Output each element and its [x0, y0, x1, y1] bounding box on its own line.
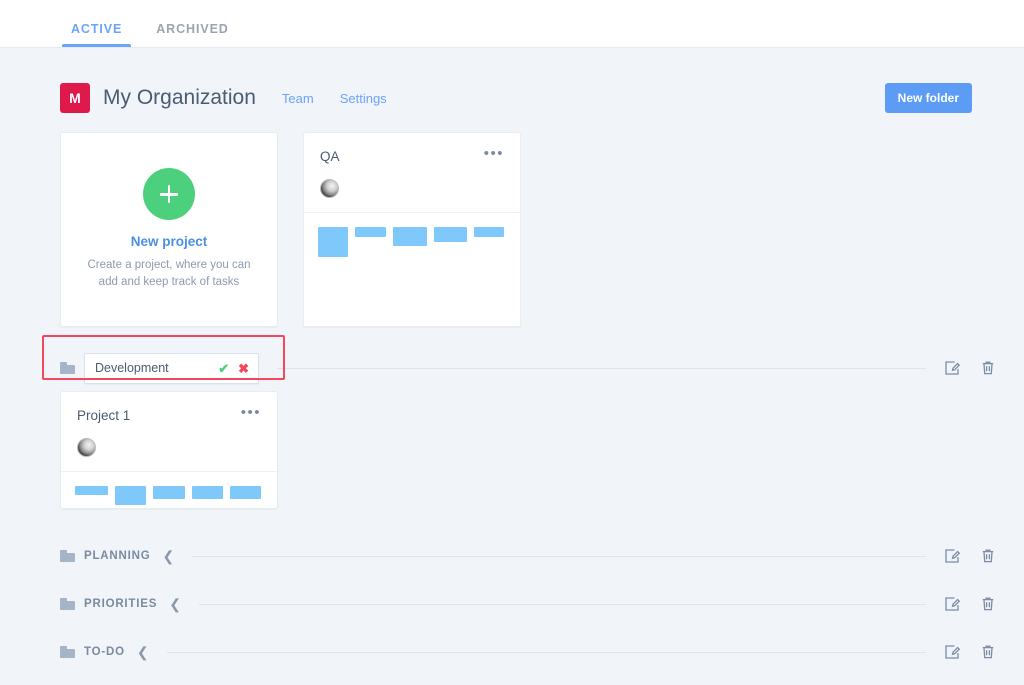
- row-divider: [277, 367, 926, 369]
- member-avatar: [320, 179, 339, 198]
- new-project-card[interactable]: New project Create a project, where you …: [60, 132, 278, 327]
- progress-bar: [229, 486, 261, 499]
- settings-link[interactable]: Settings: [340, 91, 387, 106]
- new-folder-button[interactable]: New folder: [884, 83, 972, 113]
- folder-icon: [60, 646, 75, 658]
- delete-icon[interactable]: [980, 644, 996, 660]
- project-title: QA: [320, 149, 340, 164]
- project-progress-bars: [61, 472, 277, 505]
- more-options-icon[interactable]: •••: [484, 146, 504, 161]
- edit-icon[interactable]: [944, 644, 961, 660]
- project-card-header-top: Project 1 •••: [77, 405, 261, 423]
- folder-row-planning[interactable]: PLANNING ❮: [60, 537, 1024, 575]
- progress-bar: [433, 227, 468, 242]
- progress-bar: [474, 227, 504, 237]
- folder-icon: [60, 550, 75, 562]
- folder-row-actions: [944, 548, 996, 564]
- folder-row-actions: [944, 644, 996, 660]
- chevron-left-icon[interactable]: ❮: [169, 597, 181, 611]
- project-title: Project 1: [77, 408, 131, 423]
- delete-icon[interactable]: [980, 596, 996, 612]
- more-options-icon[interactable]: •••: [241, 405, 261, 420]
- folder-name: PRIORITIES: [84, 598, 158, 610]
- row-divider: [166, 651, 926, 653]
- folder-row-editing: ✔ ✖: [42, 335, 1024, 387]
- project-card-qa[interactable]: QA •••: [303, 132, 521, 327]
- progress-bar: [191, 486, 223, 499]
- tab-bar: ACTIVE ARCHIVED: [0, 0, 1024, 48]
- project-card-row-top: New project Create a project, where you …: [60, 132, 1024, 327]
- delete-icon[interactable]: [980, 360, 996, 376]
- member-avatar: [77, 438, 96, 457]
- row-divider: [198, 603, 926, 605]
- edit-icon[interactable]: [944, 360, 961, 376]
- page-title: My Organization: [103, 86, 256, 109]
- folder-row-todo[interactable]: TO-DO ❮: [60, 633, 1024, 671]
- progress-bar: [354, 227, 387, 237]
- folder-name: PLANNING: [84, 550, 151, 562]
- content-area: New project Create a project, where you …: [0, 132, 1024, 671]
- progress-bar: [393, 227, 427, 246]
- confirm-icon[interactable]: ✔: [218, 362, 229, 375]
- progress-bar: [153, 486, 185, 499]
- chevron-left-icon[interactable]: ❮: [162, 549, 174, 563]
- tab-active[interactable]: ACTIVE: [62, 22, 132, 47]
- tab-archived[interactable]: ARCHIVED: [147, 22, 237, 47]
- project-card-header: QA •••: [304, 133, 520, 198]
- plus-icon[interactable]: [143, 168, 195, 221]
- folder-row-actions: [944, 596, 996, 612]
- cancel-icon[interactable]: ✖: [238, 362, 249, 375]
- project-card-project-1[interactable]: Project 1 •••: [60, 391, 278, 509]
- new-project-title: New project: [130, 234, 208, 250]
- folder-icon: [60, 598, 75, 610]
- delete-icon[interactable]: [980, 548, 996, 564]
- folder-name-input[interactable]: [95, 361, 213, 375]
- organization-avatar[interactable]: M: [60, 83, 90, 113]
- organization-header: M My Organization Team Settings New fold…: [0, 48, 1024, 116]
- progress-bar: [75, 486, 109, 495]
- folder-row-actions: [944, 360, 996, 376]
- edit-icon[interactable]: [944, 548, 961, 564]
- progress-bar: [115, 486, 147, 505]
- progress-bar: [318, 227, 348, 257]
- new-project-description: Create a project, where you can add and …: [87, 259, 251, 288]
- folder-icon: [60, 362, 75, 374]
- chevron-left-icon[interactable]: ❮: [137, 645, 149, 659]
- project-card-header-top: QA •••: [320, 146, 504, 164]
- team-link[interactable]: Team: [282, 91, 314, 106]
- row-divider: [192, 555, 926, 557]
- project-card-header: Project 1 •••: [61, 392, 277, 457]
- project-progress-bars: [304, 213, 520, 257]
- edit-icon[interactable]: [944, 596, 961, 612]
- folder-name-input-wrapper[interactable]: ✔ ✖: [84, 352, 259, 384]
- folder-name: TO-DO: [84, 646, 125, 658]
- folder-row-priorities[interactable]: PRIORITIES ❮: [60, 585, 1024, 623]
- project-card-row-development: Project 1 •••: [60, 391, 1024, 509]
